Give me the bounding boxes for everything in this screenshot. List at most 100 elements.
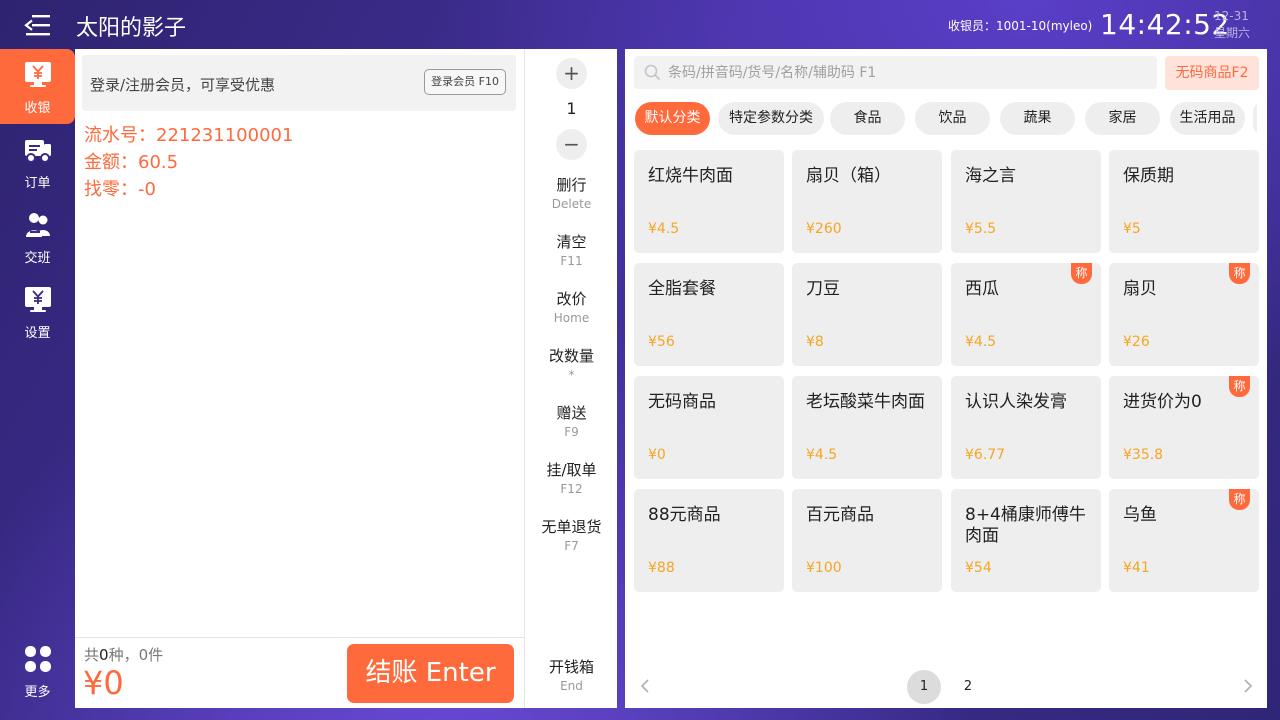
product-name: 西瓜 [965, 279, 999, 299]
product-price: ¥6.77 [965, 447, 1006, 463]
product-name: 刀豆 [806, 279, 840, 299]
member-bar[interactable]: 登录/注册会员，可享受优惠 登录会员 F10 [82, 55, 516, 111]
product-card[interactable]: 红烧牛肉面 ¥4.5 [634, 150, 784, 253]
weighed-badge: 称 [1229, 376, 1250, 397]
product-price: ¥0 [648, 447, 666, 463]
category-tab[interactable]: 饮品 [915, 102, 990, 135]
product-card[interactable]: 88元商品 ¥88 [634, 489, 784, 592]
cart-panel: 登录/注册会员，可享受优惠 登录会员 F10 流水号：221231100001 … [75, 49, 524, 708]
product-card[interactable]: 进货价为0 ¥35.8 称 [1109, 376, 1259, 479]
pagination: 1 2 [625, 670, 1267, 704]
tool-shortcut: F9 [564, 425, 579, 439]
tool-shortcut: F12 [560, 482, 583, 496]
tool-shortcut: * [568, 368, 575, 382]
category-tab[interactable]: 家居 [1085, 102, 1160, 135]
member-login-button[interactable]: 登录会员 F10 [424, 69, 506, 95]
sidebar-item-label: 设置 [24, 326, 51, 341]
refund-button[interactable]: 无单退货 F7 [525, 516, 618, 553]
tool-shortcut: F7 [564, 539, 579, 553]
weekday: 星期六 [1214, 26, 1251, 40]
weighed-badge: 称 [1229, 263, 1250, 284]
tool-label: 无单退货 [541, 518, 602, 536]
product-card[interactable]: 百元商品 ¥100 [792, 489, 942, 592]
cart-footer: 共0种，0件 ¥0 结账 Enter [75, 637, 524, 708]
tool-label: 开钱箱 [548, 658, 594, 676]
tool-label: 改数量 [548, 347, 594, 365]
sidebar-item-orders[interactable]: 订单 [0, 124, 75, 199]
product-card[interactable]: 海之言 ¥5.5 [951, 150, 1101, 253]
change-price-button[interactable]: 改价 Home [525, 288, 618, 325]
cart-summary: 共0种，0件 [84, 644, 163, 665]
open-cashbox-button[interactable]: 开钱箱 End [525, 656, 618, 693]
category-tab-overflow[interactable] [1253, 102, 1257, 135]
sidebar-item-label: 交班 [24, 251, 51, 266]
search-icon [644, 64, 661, 81]
tool-label: 删行 [556, 176, 587, 194]
product-name: 全脂套餐 [648, 279, 716, 299]
product-card[interactable]: 认识人染发膏 ¥6.77 [951, 376, 1101, 479]
more-grid-icon [24, 645, 52, 673]
product-price: ¥4.5 [965, 334, 997, 350]
sidebar-item-settings[interactable]: 设置 [0, 274, 75, 349]
product-price: ¥26 [1123, 334, 1150, 350]
change-quantity-button[interactable]: 改数量 * [525, 345, 618, 382]
order-info: 流水号：221231100001 金额：60.5 找零：-0 [84, 122, 293, 203]
minus-button[interactable]: − [556, 129, 587, 160]
tool-shortcut: Delete [551, 197, 592, 211]
clear-button[interactable]: 清空 F11 [525, 231, 618, 268]
shift-handover-icon [24, 211, 52, 239]
menu-collapse-icon[interactable] [24, 12, 52, 38]
product-price: ¥5 [1123, 221, 1141, 237]
category-tab[interactable]: 食品 [830, 102, 905, 135]
product-name: 保质期 [1123, 166, 1174, 186]
member-prompt: 登录/注册会员，可享受优惠 [90, 76, 276, 94]
sidebar-item-shift[interactable]: 交班 [0, 199, 75, 274]
page-button[interactable]: 1 [907, 670, 941, 704]
product-name: 无码商品 [648, 392, 716, 412]
top-bar: 太阳的影子 收银员：1001-10(myleo) 14:42:52 12-31 … [0, 0, 1280, 49]
product-card[interactable]: 无码商品 ¥0 [634, 376, 784, 479]
category-tab[interactable]: 生活用品 [1170, 102, 1245, 135]
product-card[interactable]: 8+4桶康师傅牛肉面 ¥54 [951, 489, 1101, 592]
hold-order-button[interactable]: 挂/取单 F12 [525, 459, 618, 496]
no-barcode-product-button[interactable]: 无码商品F2 [1165, 56, 1259, 90]
product-card[interactable]: 全脂套餐 ¥56 [634, 263, 784, 366]
category-tab[interactable]: 特定参数分类 [718, 102, 824, 135]
product-card[interactable]: 老坛酸菜牛肉面 ¥4.5 [792, 376, 942, 479]
store-name: 太阳的影子 [76, 16, 187, 41]
product-card[interactable]: 刀豆 ¥8 [792, 263, 942, 366]
product-price: ¥35.8 [1123, 447, 1164, 463]
summary-items: 0件 [138, 646, 164, 664]
sidebar-item-more[interactable]: 更多 [0, 633, 75, 708]
product-card[interactable]: 西瓜 ¥4.5 称 [951, 263, 1101, 366]
tool-label: 清空 [556, 233, 587, 251]
product-price: ¥5.5 [965, 221, 997, 237]
products-panel: 无码商品F2 默认分类 特定参数分类 食品 饮品 蔬果 家居 生活用品 红烧牛肉… [625, 49, 1267, 708]
page-button[interactable]: 2 [951, 670, 985, 704]
search-bar[interactable] [634, 56, 1157, 89]
product-name: 8+4桶康师傅牛肉面 [965, 505, 1086, 546]
product-card[interactable]: 保质期 ¥5 [1109, 150, 1259, 253]
cashier-info: 收银员：1001-10(myleo) [948, 19, 1093, 33]
gift-button[interactable]: 赠送 F9 [525, 402, 618, 439]
checkout-button[interactable]: 结账 Enter [347, 644, 514, 703]
prev-page-icon[interactable] [636, 676, 656, 696]
product-price: ¥88 [648, 560, 675, 576]
product-name: 海之言 [965, 166, 1016, 186]
delete-row-button[interactable]: 删行 Delete [525, 174, 618, 211]
sidebar-item-cashier[interactable]: 收银 [0, 49, 75, 124]
plus-button[interactable]: + [556, 58, 587, 89]
sidebar-item-label: 订单 [24, 176, 51, 191]
product-name: 扇贝 [1123, 279, 1157, 299]
product-name: 乌鱼 [1123, 505, 1157, 525]
product-card[interactable]: 扇贝（箱） ¥260 [792, 150, 942, 253]
summary-kinds: 0 [99, 646, 109, 664]
product-card[interactable]: 乌鱼 ¥41 称 [1109, 489, 1259, 592]
search-input[interactable] [668, 56, 1148, 89]
next-page-icon[interactable] [1237, 676, 1257, 696]
category-tab[interactable]: 蔬果 [1000, 102, 1075, 135]
tool-label: 挂/取单 [546, 461, 597, 479]
product-card[interactable]: 扇贝 ¥26 称 [1109, 263, 1259, 366]
category-tab[interactable]: 默认分类 [635, 102, 710, 135]
product-price: ¥54 [965, 560, 992, 576]
